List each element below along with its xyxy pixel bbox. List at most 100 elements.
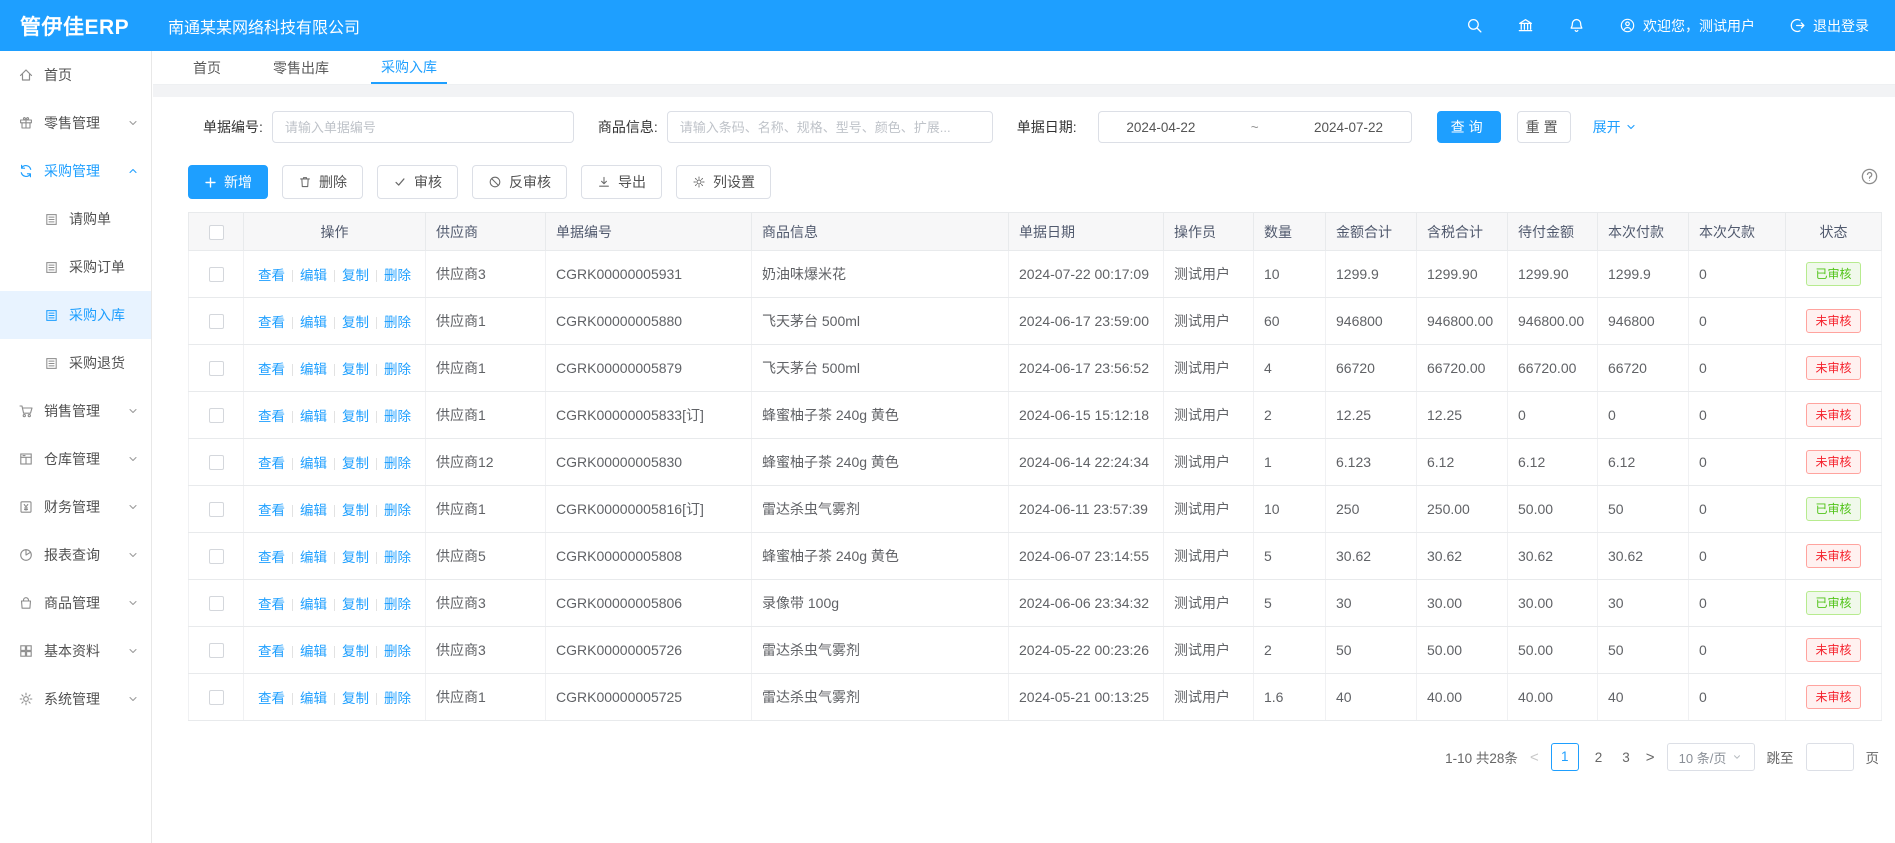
jump-page-input[interactable]	[1806, 743, 1854, 771]
view-link[interactable]: 查看	[258, 550, 285, 565]
bag-icon	[18, 595, 34, 611]
tab-purchase-inbound[interactable]: 采购入库	[371, 51, 447, 84]
edit-link[interactable]: 编辑	[300, 550, 327, 565]
delete-button[interactable]: 删除	[282, 165, 363, 199]
next-page-icon[interactable]: >	[1646, 749, 1655, 766]
delete-link[interactable]: 删除	[384, 691, 411, 706]
view-link[interactable]: 查看	[258, 409, 285, 424]
edit-link[interactable]: 编辑	[300, 644, 327, 659]
sidebar-item-purchase-return[interactable]: 采购退货	[0, 339, 151, 387]
view-link[interactable]: 查看	[258, 456, 285, 471]
reset-button[interactable]: 重置	[1517, 111, 1571, 143]
goods-info-input[interactable]	[667, 111, 993, 143]
edit-link[interactable]: 编辑	[300, 503, 327, 518]
unaudit-button[interactable]: 反审核	[472, 165, 567, 199]
notification-bell-icon[interactable]	[1568, 17, 1585, 34]
date-range-picker[interactable]: 2024-04-22 ~ 2024-07-22	[1098, 111, 1412, 143]
sidebar-item-reports[interactable]: 报表查询	[0, 531, 151, 579]
welcome-user[interactable]: 欢迎您，测试用户	[1619, 16, 1755, 36]
copy-link[interactable]: 复制	[342, 550, 369, 565]
add-button[interactable]: 新增	[188, 165, 268, 199]
doc-no-input[interactable]	[272, 111, 574, 143]
delete-link[interactable]: 删除	[384, 268, 411, 283]
copy-link[interactable]: 复制	[342, 503, 369, 518]
delete-link[interactable]: 删除	[384, 409, 411, 424]
sidebar-item-finance[interactable]: 财务管理	[0, 483, 151, 531]
expand-toggle[interactable]: 展开	[1593, 117, 1637, 137]
row-checkbox[interactable]	[209, 267, 224, 282]
edit-link[interactable]: 编辑	[300, 691, 327, 706]
copy-link[interactable]: 复制	[342, 268, 369, 283]
goods-cell: 录像带 100g	[752, 580, 1009, 627]
delete-link[interactable]: 删除	[384, 503, 411, 518]
logout-button[interactable]: 退出登录	[1789, 16, 1869, 36]
action-divider	[334, 646, 335, 658]
sidebar-item-retail[interactable]: 零售管理	[0, 99, 151, 147]
copy-link[interactable]: 复制	[342, 644, 369, 659]
page-2[interactable]: 2	[1591, 750, 1607, 765]
delete-link[interactable]: 删除	[384, 456, 411, 471]
edit-link[interactable]: 编辑	[300, 315, 327, 330]
action-divider	[376, 599, 377, 611]
row-checkbox[interactable]	[209, 455, 224, 470]
copy-link[interactable]: 复制	[342, 315, 369, 330]
sidebar-item-purchase[interactable]: 采购管理	[0, 147, 151, 195]
tab-retail-outbound[interactable]: 零售出库	[263, 51, 339, 84]
sidebar-item-purchase-order[interactable]: 采购订单	[0, 243, 151, 291]
delete-link[interactable]: 删除	[384, 550, 411, 565]
date-to-value[interactable]: 2024-07-22	[1314, 120, 1383, 135]
doc-icon	[44, 356, 59, 371]
sidebar-item-purchase-inbound[interactable]: 采购入库	[0, 291, 151, 339]
search-button[interactable]: 查询	[1437, 111, 1501, 143]
audit-button[interactable]: 审核	[377, 165, 458, 199]
prev-page-icon[interactable]: <	[1530, 749, 1539, 766]
row-checkbox[interactable]	[209, 314, 224, 329]
sidebar-item-basic-data[interactable]: 基本资料	[0, 627, 151, 675]
view-link[interactable]: 查看	[258, 503, 285, 518]
sidebar-item-home[interactable]: 首页	[0, 51, 151, 99]
edit-link[interactable]: 编辑	[300, 597, 327, 612]
row-checkbox[interactable]	[209, 690, 224, 705]
row-checkbox[interactable]	[209, 502, 224, 517]
sidebar-item-purchase-request[interactable]: 请购单	[0, 195, 151, 243]
sidebar-item-warehouse[interactable]: 仓库管理	[0, 435, 151, 483]
copy-link[interactable]: 复制	[342, 691, 369, 706]
edit-link[interactable]: 编辑	[300, 268, 327, 283]
date-from-value[interactable]: 2024-04-22	[1126, 120, 1195, 135]
delete-link[interactable]: 删除	[384, 597, 411, 612]
view-link[interactable]: 查看	[258, 597, 285, 612]
view-link[interactable]: 查看	[258, 362, 285, 377]
delete-link[interactable]: 删除	[384, 644, 411, 659]
tab-home[interactable]: 首页	[183, 51, 231, 84]
edit-link[interactable]: 编辑	[300, 409, 327, 424]
delete-link[interactable]: 删除	[384, 362, 411, 377]
page-1[interactable]: 1	[1551, 743, 1579, 771]
view-link[interactable]: 查看	[258, 691, 285, 706]
page-size-select[interactable]: 10 条/页	[1667, 743, 1755, 771]
copy-link[interactable]: 复制	[342, 456, 369, 471]
row-checkbox[interactable]	[209, 549, 224, 564]
view-link[interactable]: 查看	[258, 644, 285, 659]
copy-link[interactable]: 复制	[342, 409, 369, 424]
edit-link[interactable]: 编辑	[300, 456, 327, 471]
help-icon[interactable]	[1860, 167, 1879, 186]
export-button[interactable]: 导出	[581, 165, 662, 199]
select-all-checkbox[interactable]	[209, 225, 224, 240]
sidebar-item-sales[interactable]: 销售管理	[0, 387, 151, 435]
sidebar-item-goods[interactable]: 商品管理	[0, 579, 151, 627]
column-settings-button[interactable]: 列设置	[676, 165, 771, 199]
sidebar-item-system[interactable]: 系统管理	[0, 675, 151, 723]
row-checkbox[interactable]	[209, 361, 224, 376]
row-checkbox[interactable]	[209, 408, 224, 423]
search-icon[interactable]	[1466, 17, 1483, 34]
row-checkbox[interactable]	[209, 643, 224, 658]
copy-link[interactable]: 复制	[342, 597, 369, 612]
view-link[interactable]: 查看	[258, 315, 285, 330]
delete-link[interactable]: 删除	[384, 315, 411, 330]
view-link[interactable]: 查看	[258, 268, 285, 283]
org-icon[interactable]	[1517, 17, 1534, 34]
copy-link[interactable]: 复制	[342, 362, 369, 377]
page-3[interactable]: 3	[1618, 750, 1634, 765]
edit-link[interactable]: 编辑	[300, 362, 327, 377]
row-checkbox[interactable]	[209, 596, 224, 611]
